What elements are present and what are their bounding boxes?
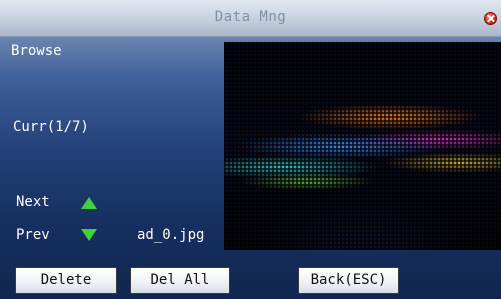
image-preview <box>224 42 501 250</box>
arrow-down-icon[interactable] <box>81 229 97 241</box>
next-label: Next <box>16 194 50 210</box>
delete-all-button[interactable]: Del All <box>130 267 230 294</box>
window-title: Data Mng <box>214 9 287 25</box>
back-button[interactable]: Back(ESC) <box>298 267 399 294</box>
title-bar: Data Mng <box>0 0 501 37</box>
data-management-screen: Data Mng Browse Curr(1/7) Next Prev ad_0… <box>0 0 501 299</box>
current-position-label: Curr(1/7) <box>13 119 89 135</box>
close-icon[interactable] <box>484 12 497 25</box>
delete-button[interactable]: Delete <box>15 267 117 294</box>
prev-label: Prev <box>16 227 50 243</box>
filename-label: ad_0.jpg <box>137 227 205 243</box>
browse-label: Browse <box>11 43 62 59</box>
arrow-up-icon[interactable] <box>81 197 97 209</box>
